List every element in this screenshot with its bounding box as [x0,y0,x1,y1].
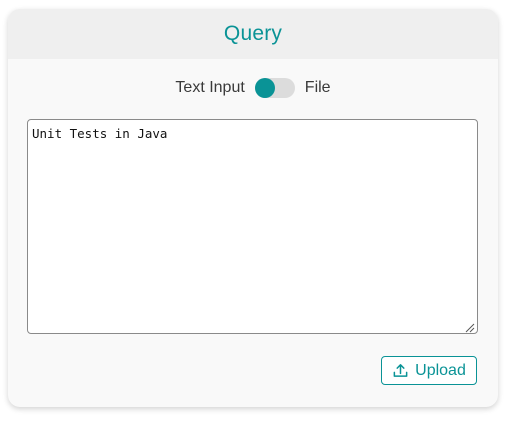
resize-grip-icon[interactable] [465,323,475,333]
mode-toggle-row: Text Input File [8,76,498,100]
text-input-label: Text Input [175,79,245,96]
upload-button-label: Upload [415,361,466,379]
upload-icon [393,364,408,377]
mode-toggle-switch[interactable] [254,78,295,98]
card-title: Query [223,22,283,45]
toggle-knob [254,78,275,98]
query-textarea[interactable] [27,119,478,334]
query-card: Query Text Input File Upload [8,9,498,407]
file-label: File [304,79,331,96]
upload-button[interactable]: Upload [381,356,477,385]
card-header: Query [8,9,498,59]
